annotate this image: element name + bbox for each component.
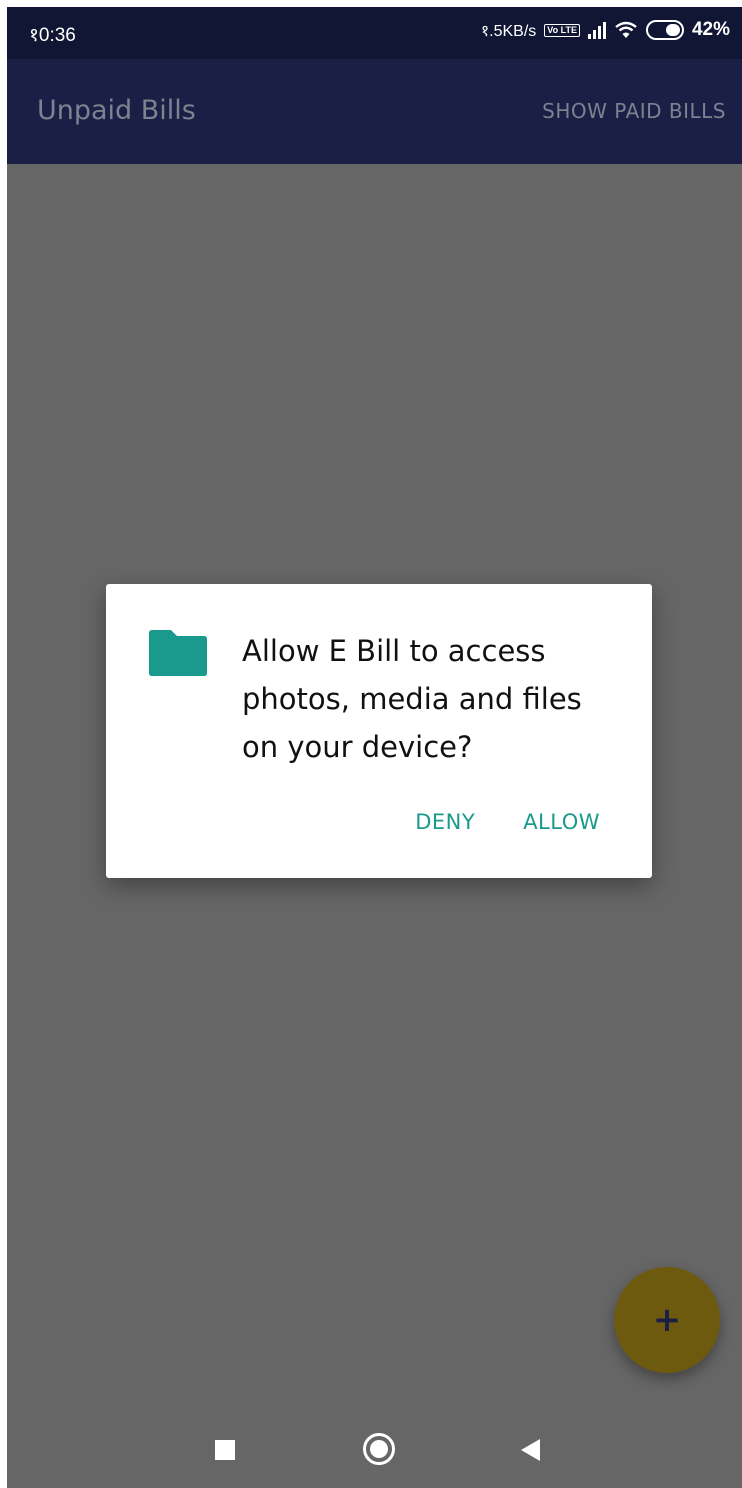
plus-icon: +: [652, 1300, 682, 1340]
screen: १0:36 १.5KB/s Vo LTE 42% Unpaid Bills SH…: [7, 7, 742, 1488]
status-bar: १0:36 १.5KB/s Vo LTE 42%: [7, 7, 742, 59]
navigation-bar: [7, 1403, 742, 1488]
network-speed: १.5KB/s: [480, 23, 537, 40]
allow-button[interactable]: ALLOW: [523, 810, 600, 834]
battery-percent: 42%: [691, 19, 730, 40]
status-icons: १.5KB/s Vo LTE 42%: [481, 19, 730, 41]
permission-dialog: Allow E Bill to access photos, media and…: [106, 584, 652, 878]
back-button[interactable]: [521, 1439, 540, 1461]
home-button[interactable]: [363, 1433, 395, 1465]
battery-icon: [645, 20, 684, 40]
app-bar: Unpaid Bills SHOW PAID BILLS: [7, 59, 742, 164]
dialog-actions: DENY ALLOW: [415, 810, 600, 834]
status-time: १0:36: [29, 25, 76, 46]
wifi-icon: [615, 21, 637, 38]
dialog-message: Allow E Bill to access photos, media and…: [242, 634, 582, 764]
folder-icon: [149, 630, 207, 676]
signal-icon: [587, 21, 606, 39]
volte-icon: Vo LTE: [544, 23, 580, 37]
recents-button[interactable]: [215, 1440, 235, 1460]
page-title: Unpaid Bills: [37, 95, 196, 126]
add-bill-button[interactable]: +: [614, 1267, 720, 1373]
deny-button[interactable]: DENY: [415, 810, 475, 834]
show-paid-bills-button[interactable]: SHOW PAID BILLS: [542, 99, 726, 123]
